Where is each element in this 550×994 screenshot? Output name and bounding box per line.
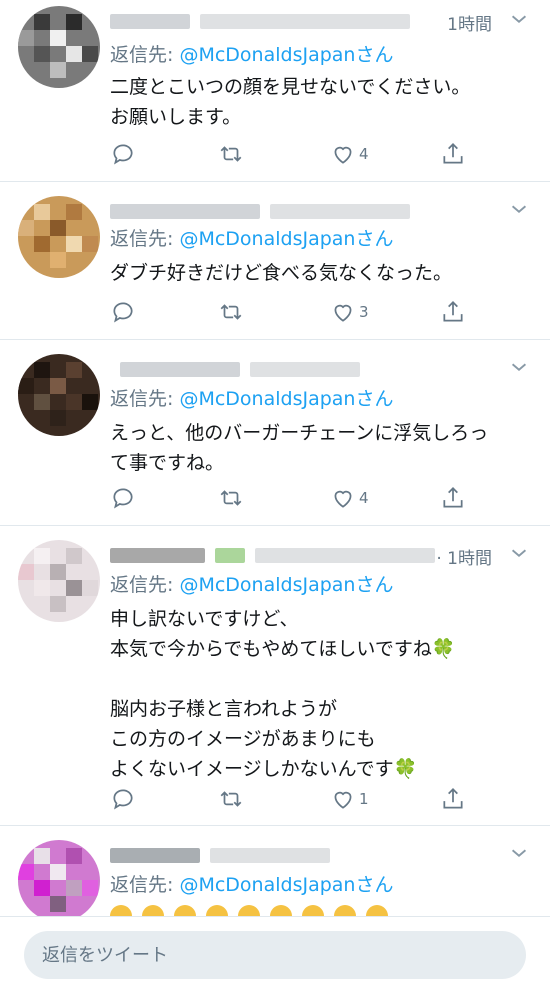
reply-to: 返信先: @McDonaldsJapanさん — [110, 44, 394, 66]
blurred-handle — [250, 362, 360, 377]
like-button[interactable]: 4 — [330, 483, 369, 513]
tweet-time: 1時間 — [447, 15, 492, 35]
like-count: 1 — [359, 790, 369, 808]
reply-handle-link[interactable]: @McDonaldsJapan — [179, 228, 355, 250]
retweet-icon — [220, 490, 242, 506]
tweet-4[interactable]: · 1時間 返信先: @McDonaldsJapanさん 申し訳ないですけど、 … — [0, 526, 550, 826]
tweet-actions: 3 — [110, 297, 470, 327]
share-button[interactable] — [440, 784, 466, 814]
reply-icon — [113, 144, 133, 165]
tweet-text: ダブチ好きだけど食べる気なくなった。 — [110, 262, 453, 284]
share-button[interactable] — [440, 297, 466, 327]
share-icon — [443, 143, 463, 164]
like-icon — [334, 791, 352, 809]
like-icon — [334, 490, 352, 508]
share-icon — [443, 301, 463, 322]
retweet-button[interactable] — [218, 784, 244, 814]
compose-bar — [0, 916, 550, 994]
like-icon — [334, 146, 352, 164]
tweet-actions: 4 — [110, 483, 470, 513]
reply-icon — [113, 302, 133, 323]
avatar[interactable] — [18, 840, 100, 922]
reply-input[interactable] — [24, 931, 526, 979]
avatar[interactable] — [18, 196, 100, 278]
like-count: 4 — [359, 145, 369, 163]
blurred-username — [110, 14, 190, 29]
tweet-header — [110, 196, 530, 226]
retweet-icon — [220, 791, 242, 807]
chevron-down-icon[interactable] — [508, 542, 530, 564]
tweet-2[interactable]: 返信先: @McDonaldsJapanさん ダブチ好きだけど食べる気なくなった… — [0, 182, 550, 340]
blurred-handle — [270, 204, 410, 219]
tweet-header — [110, 840, 530, 870]
blurred-username — [120, 362, 240, 377]
reply-icon — [113, 488, 133, 509]
reply-icon — [113, 789, 133, 810]
reply-handle-link[interactable]: @McDonaldsJapan — [179, 388, 355, 410]
tweet-text: えっと、他のバーガーチェーンに浮気しろっ て事ですね。 — [110, 422, 489, 474]
avatar[interactable] — [18, 354, 100, 436]
reply-to: 返信先: @McDonaldsJapanさん — [110, 574, 394, 596]
reply-to: 返信先: @McDonaldsJapanさん — [110, 874, 394, 896]
tweet-text: 申し訳ないですけど、 本気で今からでもやめてほしいですね🍀 脳内お子様と言われよ… — [110, 608, 456, 780]
reply-button[interactable] — [110, 483, 136, 513]
reply-to: 返信先: @McDonaldsJapanさん — [110, 388, 394, 410]
share-icon — [443, 487, 463, 508]
chevron-down-icon[interactable] — [508, 8, 530, 30]
retweet-button[interactable] — [218, 139, 244, 169]
retweet-icon — [220, 146, 242, 162]
chevron-down-icon[interactable] — [508, 198, 530, 220]
share-icon — [443, 788, 463, 809]
blurred-handle — [210, 848, 330, 863]
tweet-header: 1時間 — [110, 6, 530, 36]
reply-handle-link[interactable]: @McDonaldsJapan — [179, 874, 355, 896]
reply-button[interactable] — [110, 139, 136, 169]
tweet-header: · 1時間 — [110, 540, 530, 570]
blurred-username — [110, 848, 200, 863]
blurred-username — [110, 548, 205, 563]
like-button[interactable]: 4 — [330, 139, 369, 169]
retweet-icon — [220, 304, 242, 320]
blurred-handle — [200, 14, 410, 29]
like-count: 4 — [359, 489, 369, 507]
tweet-3[interactable]: 返信先: @McDonaldsJapanさん えっと、他のバーガーチェーンに浮気… — [0, 340, 550, 526]
share-button[interactable] — [440, 139, 466, 169]
like-button[interactable]: 1 — [330, 784, 369, 814]
retweet-button[interactable] — [218, 483, 244, 513]
share-button[interactable] — [440, 483, 466, 513]
reply-handle-link[interactable]: @McDonaldsJapan — [179, 574, 355, 596]
tweet-actions: 1 — [110, 784, 470, 814]
avatar[interactable] — [18, 540, 100, 622]
reply-handle-link[interactable]: @McDonaldsJapan — [179, 44, 355, 66]
blurred-handle — [255, 548, 435, 563]
tweet-time: · 1時間 — [436, 549, 492, 569]
avatar[interactable] — [18, 6, 100, 88]
reply-button[interactable] — [110, 784, 136, 814]
chevron-down-icon[interactable] — [508, 842, 530, 864]
like-button[interactable]: 3 — [330, 297, 369, 327]
reply-button[interactable] — [110, 297, 136, 327]
blurred-badge — [215, 548, 245, 563]
like-count: 3 — [359, 303, 369, 321]
like-icon — [334, 304, 352, 322]
retweet-button[interactable] — [218, 297, 244, 327]
chevron-down-icon[interactable] — [508, 356, 530, 378]
tweet-actions: 4 — [110, 139, 470, 169]
tweet-1[interactable]: 1時間 返信先: @McDonaldsJapanさん 二度とこいつの顔を見せない… — [0, 0, 550, 182]
reply-to: 返信先: @McDonaldsJapanさん — [110, 228, 394, 250]
blurred-username — [110, 204, 260, 219]
tweet-header — [110, 354, 530, 384]
tweet-text: 二度とこいつの顔を見せないでください。 お願いします。 — [110, 76, 471, 128]
